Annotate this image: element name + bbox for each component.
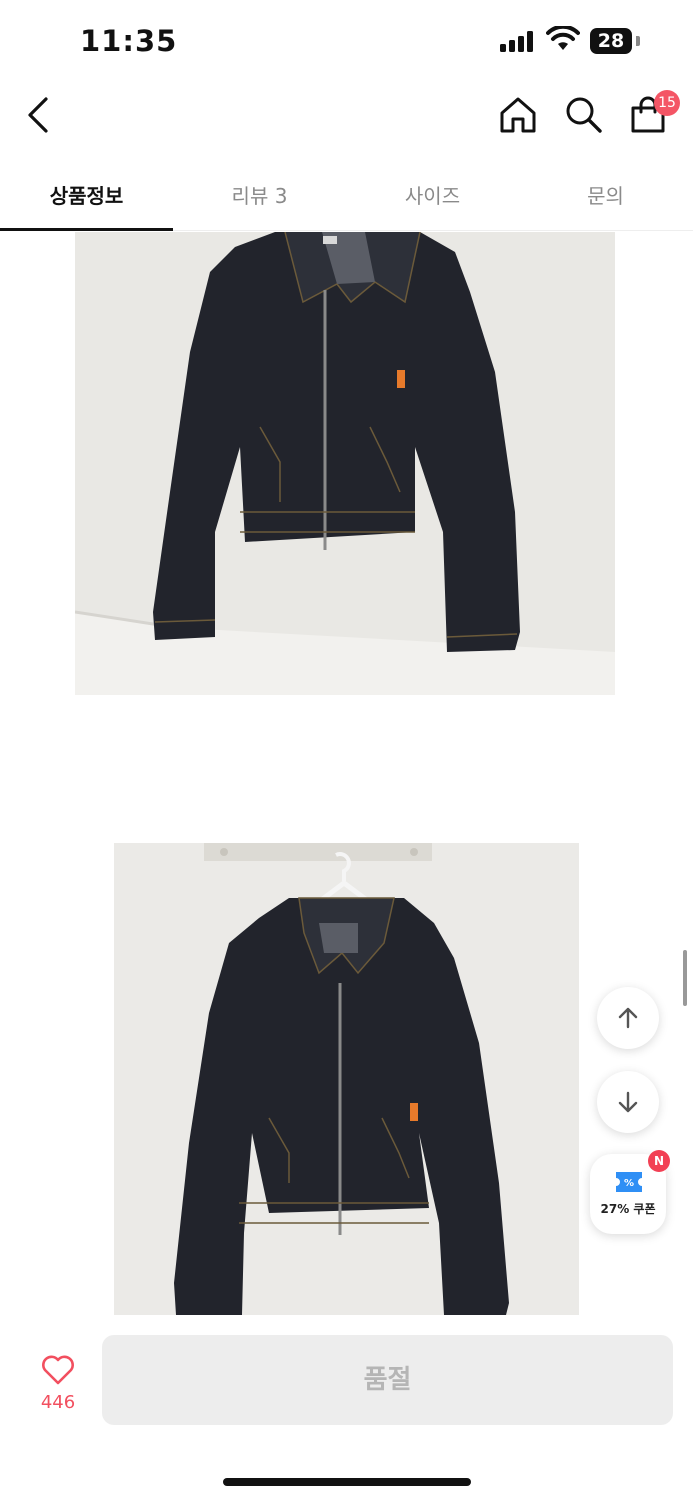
active-tab-indicator — [0, 228, 173, 231]
coupon-label: 27% 쿠폰 — [600, 1202, 656, 1216]
home-icon[interactable] — [498, 96, 538, 134]
scroll-indicator[interactable] — [683, 950, 687, 1006]
like-count: 446 — [40, 1392, 76, 1413]
chevron-left-icon[interactable] — [24, 96, 54, 134]
tab-reviews[interactable]: 리뷰 3 — [173, 180, 346, 209]
wifi-icon — [546, 26, 580, 50]
tab-size[interactable]: 사이즈 — [346, 180, 519, 209]
tab-inquiry[interactable]: 문의 — [519, 180, 692, 209]
svg-text:%: % — [624, 1178, 634, 1189]
sold-out-button[interactable]: 품절 — [102, 1335, 673, 1425]
product-photo — [75, 232, 615, 695]
status-time: 11:35 — [80, 24, 178, 58]
coupon-ticket-icon: % — [616, 1172, 642, 1192]
cellular-signal-icon — [500, 30, 536, 52]
product-photo — [114, 843, 579, 1315]
new-badge: N — [648, 1150, 670, 1172]
heart-icon[interactable] — [41, 1355, 75, 1385]
tab-product-info[interactable]: 상품정보 — [0, 180, 173, 209]
arrow-up-icon — [618, 1007, 638, 1029]
scroll-down-button[interactable] — [597, 1071, 659, 1133]
scroll-up-button[interactable] — [597, 987, 659, 1049]
battery-icon: 28 — [590, 28, 632, 54]
battery-nub — [636, 36, 640, 46]
search-icon[interactable] — [564, 95, 604, 135]
cart-count-badge: 15 — [654, 90, 680, 116]
arrow-down-icon — [618, 1091, 638, 1113]
home-indicator — [223, 1478, 471, 1486]
